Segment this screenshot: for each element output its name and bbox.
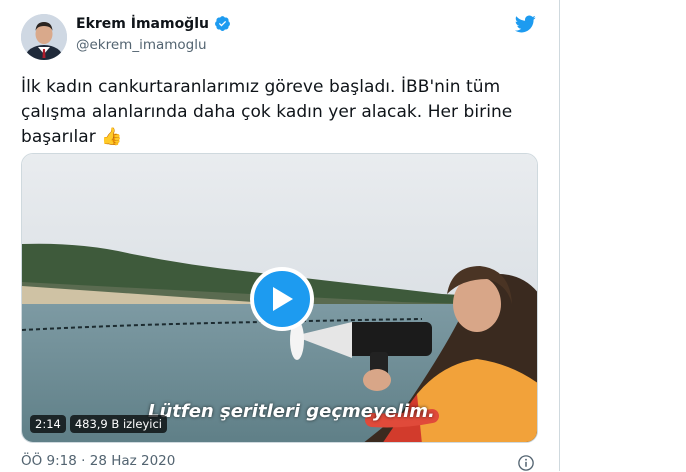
info-icon[interactable] (517, 454, 535, 472)
video-player[interactable]: Lütfen şeritleri geçmeyelim. 2:14 483,9 … (21, 153, 538, 443)
author-name-row[interactable]: Ekrem İmamoğlu (76, 15, 231, 32)
thumbs-up-emoji: 👍 (101, 127, 123, 147)
tweet-text: İlk kadın cankurtaranlarımız göreve başl… (21, 75, 541, 150)
avatar-image (21, 14, 67, 60)
video-duration: 2:14 (30, 415, 66, 433)
tweet-body: İlk kadın cankurtaranlarımız göreve başl… (21, 77, 513, 147)
tweet-card: Ekrem İmamoğlu @ekrem_imamoglu İlk kadın… (0, 0, 560, 471)
video-views: 483,9 B izleyici (69, 415, 167, 433)
twitter-bird-icon[interactable] (513, 13, 537, 35)
author-handle[interactable]: @ekrem_imamoglu (76, 37, 207, 53)
play-button[interactable] (250, 267, 314, 331)
play-icon (273, 287, 293, 311)
video-subtitle: Lütfen şeritleri geçmeyelim. (148, 401, 435, 422)
video-meta: 2:14 483,9 B izleyici (30, 415, 167, 433)
verified-badge-icon (215, 16, 230, 31)
display-name[interactable]: Ekrem İmamoğlu (76, 16, 209, 32)
avatar[interactable] (21, 14, 67, 60)
tweet-timestamp[interactable]: ÖÖ 9:18 · 28 Haz 2020 (21, 453, 175, 469)
